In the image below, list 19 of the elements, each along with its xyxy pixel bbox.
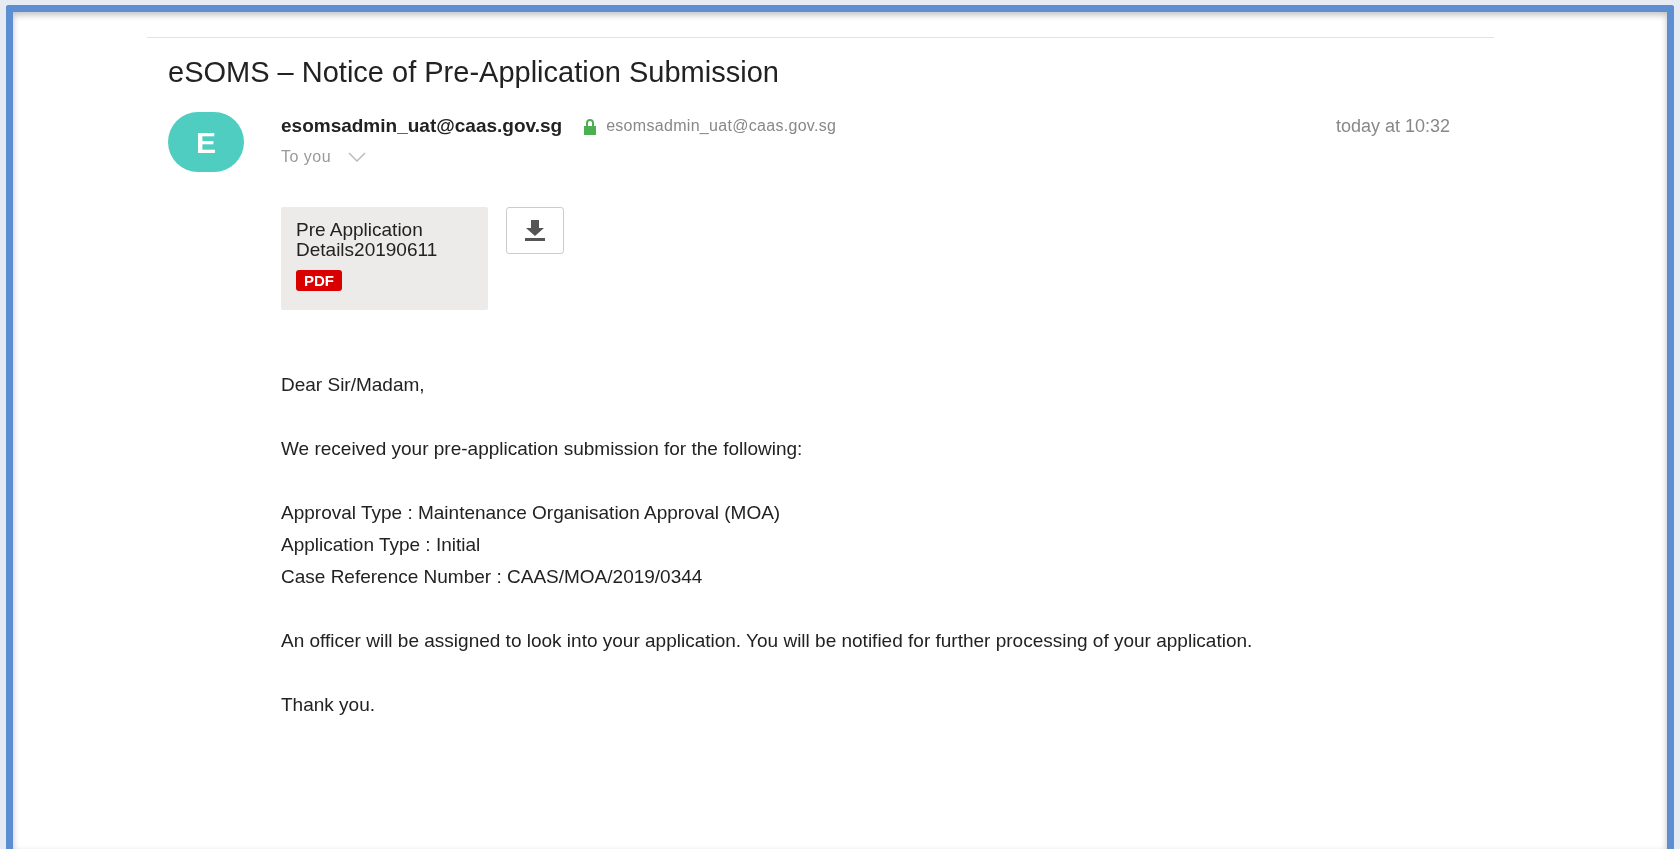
file-type-badge: PDF [296, 269, 342, 291]
body-text: Dear Sir/Madam, [281, 372, 426, 397]
body-text: We received your pre-application submission for the following: [281, 436, 804, 461]
attachment-name: Pre Application Details20190611 [296, 219, 439, 260]
body-text: Approval Type : Maintenance Organisation Approval (MOA) [281, 500, 782, 525]
lock-icon [582, 117, 599, 135]
download-button[interactable] [506, 206, 564, 254]
body-text: An officer will be assigned to look into your application. You will be notified for further processing of your application. [281, 628, 1254, 653]
recipient-label: To you [281, 146, 332, 167]
sender-name: esomsadmin_uat@caas.gov.sg [281, 114, 563, 138]
sender-avatar: E [168, 112, 244, 172]
download-icon [523, 218, 547, 242]
attachment-card[interactable]: Pre Application Details20190611 PDF [281, 206, 488, 310]
timestamp: today at 10:32 [1335, 114, 1450, 138]
sender-address: esomsadmin_uat@caas.gov.sg [606, 116, 837, 137]
email-subject: eSOMS – Notice of Pre-Application Submission [168, 58, 780, 87]
body-text: Case Reference Number : CAAS/MOA/2019/0344 [281, 564, 704, 589]
body-text: Thank you. [281, 692, 376, 717]
body-text: Application Type : Initial [281, 532, 482, 557]
